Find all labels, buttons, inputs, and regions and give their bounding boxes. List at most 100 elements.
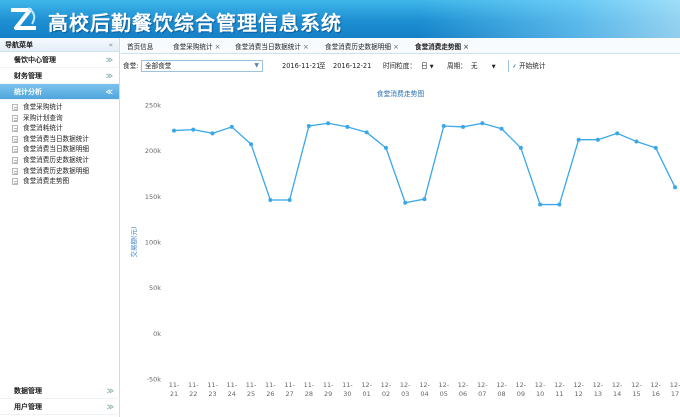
- tab-bar: 首页信息 食堂采购统计 × 食堂消费当日数据统计 × 食堂消费历史数据明细 × 食堂消…: [121, 38, 680, 54]
- data-point[interactable]: [345, 124, 350, 129]
- sidebar-item-purchase-stats[interactable]: 食堂采购统计: [12, 102, 119, 113]
- data-point[interactable]: [422, 197, 427, 202]
- y-tick-label: 50k: [149, 284, 161, 292]
- app-title: 高校后勤餐饮综合管理信息系统: [48, 11, 342, 35]
- chart-icon: ⸙: [512, 62, 517, 70]
- data-point[interactable]: [576, 137, 581, 142]
- data-point[interactable]: [229, 124, 234, 129]
- data-point[interactable]: [634, 139, 639, 144]
- tab-label: 食堂消费走势图: [415, 43, 462, 51]
- sidebar-item-daily-detail[interactable]: 食堂消费当日数据明细: [12, 144, 119, 155]
- granularity-select[interactable]: 日 ▼: [421, 60, 434, 72]
- close-icon[interactable]: ×: [215, 43, 221, 51]
- x-tick-label: 12-06: [458, 381, 469, 398]
- sidebar-item-label: 食堂采购统计: [23, 103, 63, 111]
- sidebar-item-daily-stats[interactable]: 食堂消费当日数据统计: [12, 134, 119, 145]
- sidebar-item-label: 食堂消费当日数据统计: [23, 134, 89, 143]
- nav-group-label: 统计分析: [14, 88, 42, 96]
- data-point[interactable]: [249, 142, 254, 147]
- data-point[interactable]: [518, 145, 523, 150]
- y-tick-label: 200k: [145, 147, 161, 155]
- document-icon: [12, 135, 18, 143]
- sidebar-item-history-detail[interactable]: 食堂消费历史数据明细: [12, 166, 119, 177]
- start-stats-label: 开始统计: [519, 62, 546, 70]
- close-icon[interactable]: ×: [393, 43, 399, 51]
- x-tick-label: 12-11: [554, 381, 565, 398]
- document-icon: [12, 104, 18, 111]
- caret-down-icon: ▼: [429, 64, 434, 70]
- nav-bottom: 数据管理 ≫ 用户管理 ≫: [0, 383, 120, 415]
- close-icon[interactable]: ×: [463, 43, 469, 51]
- date-to-input[interactable]: 2016-12-21: [333, 60, 371, 72]
- document-icon: [12, 167, 18, 175]
- tab-daily-stats[interactable]: 食堂消费当日数据统计 ×: [235, 41, 309, 51]
- period-select[interactable]: 无 ▼: [471, 60, 496, 72]
- data-point[interactable]: [480, 121, 485, 126]
- data-point[interactable]: [210, 131, 215, 136]
- tab-trend-chart[interactable]: 食堂消费走势图 ×: [415, 41, 469, 51]
- data-point[interactable]: [653, 145, 658, 150]
- data-point[interactable]: [499, 126, 504, 131]
- x-tick-label: 12-17: [670, 381, 680, 398]
- x-tick-label: 11-30: [342, 381, 353, 398]
- data-point[interactable]: [172, 128, 176, 133]
- sidebar: 导航菜单 « 餐饮中心管理 ≫ 财务管理 ≫ 统计分析 ≪ 食堂采购统计 采购计…: [0, 38, 120, 417]
- nav-group-canteen[interactable]: 餐饮中心管理 ≫: [0, 52, 119, 68]
- nav-group-data[interactable]: 数据管理 ≫: [0, 383, 120, 399]
- sidebar-item-trend-chart[interactable]: 食堂消费走势图: [12, 176, 119, 187]
- data-point[interactable]: [538, 202, 543, 207]
- x-tick-label: 12-07: [477, 381, 488, 398]
- sidebar-item-consumption-stats[interactable]: 食堂消耗统计: [12, 123, 119, 134]
- x-tick-label: 12-15: [631, 381, 642, 398]
- date-from-input[interactable]: 2016-11-21: [282, 60, 320, 72]
- chevron-up-icon: ≪: [105, 88, 113, 96]
- data-point[interactable]: [287, 197, 292, 202]
- data-point[interactable]: [403, 200, 408, 205]
- tab-home[interactable]: 首页信息: [127, 41, 153, 51]
- sidebar-item-label: 食堂消费历史数据明细: [23, 166, 89, 175]
- data-point[interactable]: [557, 202, 562, 207]
- trend-chart: 250k 200k 150k 100k 50k 0k -50k 交易额(元) 11-21 11-2…: [129, 102, 680, 399]
- sidebar-item-purchase-plan[interactable]: 采购计划查询: [12, 113, 119, 124]
- data-point[interactable]: [364, 130, 369, 135]
- document-icon: [12, 146, 18, 154]
- y-tick-label: 250k: [145, 102, 161, 110]
- data-point[interactable]: [441, 124, 446, 129]
- x-tick-label: 12-01: [361, 381, 372, 398]
- close-icon[interactable]: ×: [303, 43, 309, 51]
- canteen-select[interactable]: 全部食堂 ▼: [141, 60, 263, 72]
- sidebar-item-history-stats[interactable]: 食堂消费历史数据统计: [12, 155, 119, 166]
- period-value: 无: [471, 62, 478, 70]
- data-point[interactable]: [461, 124, 466, 129]
- x-tick-label: 12-12: [573, 381, 584, 398]
- tab-history-detail[interactable]: 食堂消费历史数据明细 ×: [325, 41, 399, 51]
- data-point[interactable]: [191, 127, 196, 132]
- data-point[interactable]: [306, 124, 311, 129]
- x-tick-label: 11-25: [246, 381, 257, 398]
- x-tick-label: 12-16: [650, 381, 661, 398]
- nav-group-label: 餐饮中心管理: [14, 56, 56, 64]
- x-tick-label: 11-29: [323, 381, 334, 398]
- y-tick-label: 0k: [153, 330, 161, 338]
- data-point[interactable]: [326, 121, 331, 126]
- app-header: 高校后勤餐饮综合管理信息系统: [0, 0, 680, 38]
- data-point[interactable]: [673, 185, 677, 190]
- data-point[interactable]: [383, 145, 388, 150]
- collapse-icon[interactable]: «: [108, 38, 113, 52]
- nav-group-finance[interactable]: 财务管理 ≫: [0, 68, 119, 84]
- y-tick-label: -50k: [147, 376, 162, 384]
- start-stats-button[interactable]: ⸙ 开始统计: [508, 60, 545, 72]
- data-point[interactable]: [595, 137, 600, 142]
- x-tick-label: 12-04: [419, 381, 430, 398]
- period-label: 周期：: [447, 62, 467, 70]
- tab-purchase-stats[interactable]: 食堂采购统计 ×: [173, 41, 220, 51]
- data-point[interactable]: [615, 131, 620, 136]
- nav-group-users[interactable]: 用户管理 ≫: [0, 399, 120, 415]
- caret-down-icon: ▼: [491, 64, 496, 70]
- chevron-down-icon: ▼: [254, 62, 259, 69]
- data-point[interactable]: [268, 197, 273, 202]
- sidebar-item-label: 食堂消费当日数据明细: [23, 145, 89, 154]
- nav-group-statistics[interactable]: 统计分析 ≪: [0, 84, 119, 100]
- x-tick-label: 11-23: [207, 381, 218, 398]
- to-label: 至: [319, 62, 326, 70]
